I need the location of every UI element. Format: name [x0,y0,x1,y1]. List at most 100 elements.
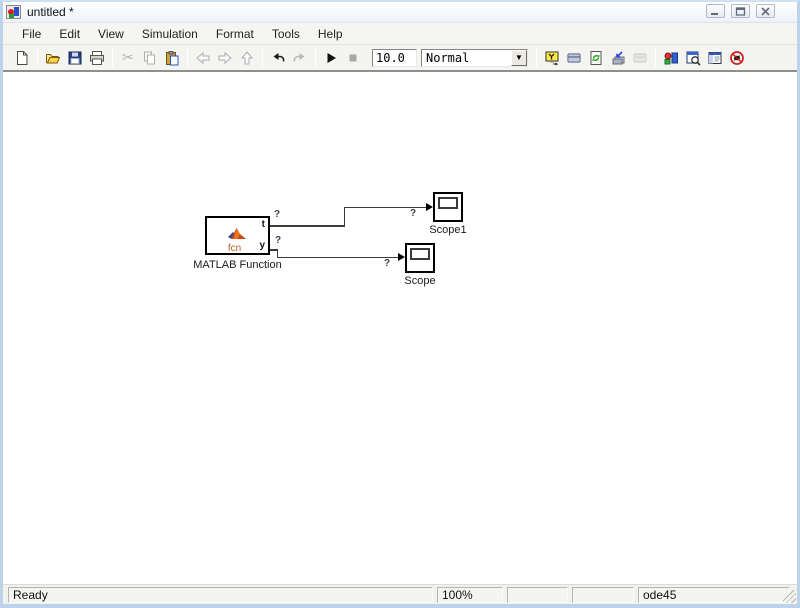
simulink-library-icon [664,52,678,64]
build-model-button[interactable] [607,47,629,69]
signal-line-t-scope1 [343,206,345,227]
model-configuration-button[interactable] [563,47,585,69]
signal-line-y-scope [276,256,399,258]
simulation-mode-value: Normal [426,50,470,65]
new-button[interactable] [11,47,33,69]
up-arrow-icon [240,50,254,64]
scope-block[interactable] [405,243,435,273]
toggle-model-browser-button[interactable] [704,47,726,69]
start-simulation-button[interactable] [320,47,342,69]
save-button[interactable] [64,47,86,69]
open-folder-icon [46,53,61,63]
update-diagram-button[interactable] [585,47,607,69]
menu-format[interactable]: Format [207,25,263,43]
menu-view[interactable]: View [89,25,133,43]
simulation-mode-dropdown[interactable]: Normal ▼ [421,48,528,67]
back-arrow-icon [196,51,210,64]
unknown-signal-marker: ? [275,235,282,246]
cut-button[interactable]: ✂ [117,47,139,69]
model-explorer-icon [686,51,701,66]
matlab-logo-icon [228,228,246,239]
debug-button[interactable] [726,47,748,69]
status-panel-empty [507,587,568,603]
build-model-icon [612,50,625,64]
copy-icon [144,51,155,64]
unknown-signal-marker: ? [274,209,281,220]
simulation-time-input[interactable] [372,48,417,67]
fcn-label: fcn [227,243,242,254]
menu-simulation[interactable]: Simulation [133,25,207,43]
debug-icon [730,50,744,65]
close-icon [761,6,770,16]
model-configuration-disabled-button[interactable] [629,47,651,69]
minimize-icon [711,12,718,15]
undo-icon [273,52,285,62]
toolbar-separator [112,48,113,67]
play-icon [327,52,336,63]
new-document-icon [17,50,28,65]
up-button[interactable] [236,47,258,69]
model-configuration-disabled-icon [633,53,647,62]
unknown-signal-marker: ? [384,258,391,269]
zoom-level: 100% [437,587,503,603]
copy-button[interactable] [139,47,161,69]
signal-line-t-scope1 [270,225,345,227]
print-button[interactable] [86,47,108,69]
open-button[interactable] [42,47,64,69]
model-canvas[interactable]: fcn t y MATLAB Function ? ? ? Scope1 ? S… [3,70,797,584]
scope1-block-label: Scope1 [429,224,467,236]
scope1-block[interactable] [433,192,463,222]
simulink-model-icon [6,5,21,19]
update-diagram-icon [590,50,602,65]
redo-button[interactable] [289,47,311,69]
matlab-function-block[interactable]: fcn t y [205,216,270,255]
close-button[interactable] [756,4,775,18]
output-port-t-label: t [261,219,265,230]
simulation-output-button[interactable] [541,47,563,69]
unknown-signal-marker: ? [410,208,417,219]
undo-button[interactable] [267,47,289,69]
minimize-button[interactable] [706,4,725,18]
title-bar: untitled * [3,2,797,22]
scope-screen-icon [410,248,430,260]
menu-bar: File Edit View Simulation Format Tools H… [3,22,797,44]
library-browser-button[interactable] [660,47,682,69]
maximize-button[interactable] [731,4,750,18]
status-message: Ready [8,587,433,603]
menu-file[interactable]: File [13,25,50,43]
simulation-output-icon [545,51,559,66]
scope-screen-icon [438,197,458,209]
back-button[interactable] [192,47,214,69]
menu-help[interactable]: Help [309,25,352,43]
solver-name: ode45 [638,587,790,603]
matlab-function-block-label: MATLAB Function [193,259,282,271]
forward-button[interactable] [214,47,236,69]
simulink-window: untitled * File Edit View Simulation For… [0,0,800,608]
toolbar-separator [536,48,537,67]
menu-tools[interactable]: Tools [263,25,309,43]
toggle-model-browser-icon [708,51,722,64]
resize-grip[interactable] [783,590,796,603]
redo-icon [293,52,305,62]
model-explorer-button[interactable] [682,47,704,69]
save-disk-icon [68,51,82,64]
cut-icon: ✂ [122,49,134,65]
status-panel-empty [572,587,634,603]
arrowhead [398,253,405,261]
stop-simulation-button[interactable] [342,47,364,69]
model-configuration-icon [567,53,581,62]
paste-icon [166,50,179,65]
window-title: untitled * [27,5,74,19]
stop-icon [349,54,357,61]
menu-edit[interactable]: Edit [50,25,89,43]
scope-block-label: Scope [404,275,436,287]
paste-button[interactable] [161,47,183,69]
toolbar: ✂ 10.0 Normal ▼ [3,44,797,70]
toolbar-separator [655,48,656,67]
maximize-icon [735,6,746,16]
status-bar: Ready 100% ode45 [3,584,797,604]
toolbar-separator [315,48,316,67]
chevron-down-icon[interactable]: ▼ [511,49,527,66]
toolbar-separator [187,48,188,67]
forward-arrow-icon [218,51,232,64]
